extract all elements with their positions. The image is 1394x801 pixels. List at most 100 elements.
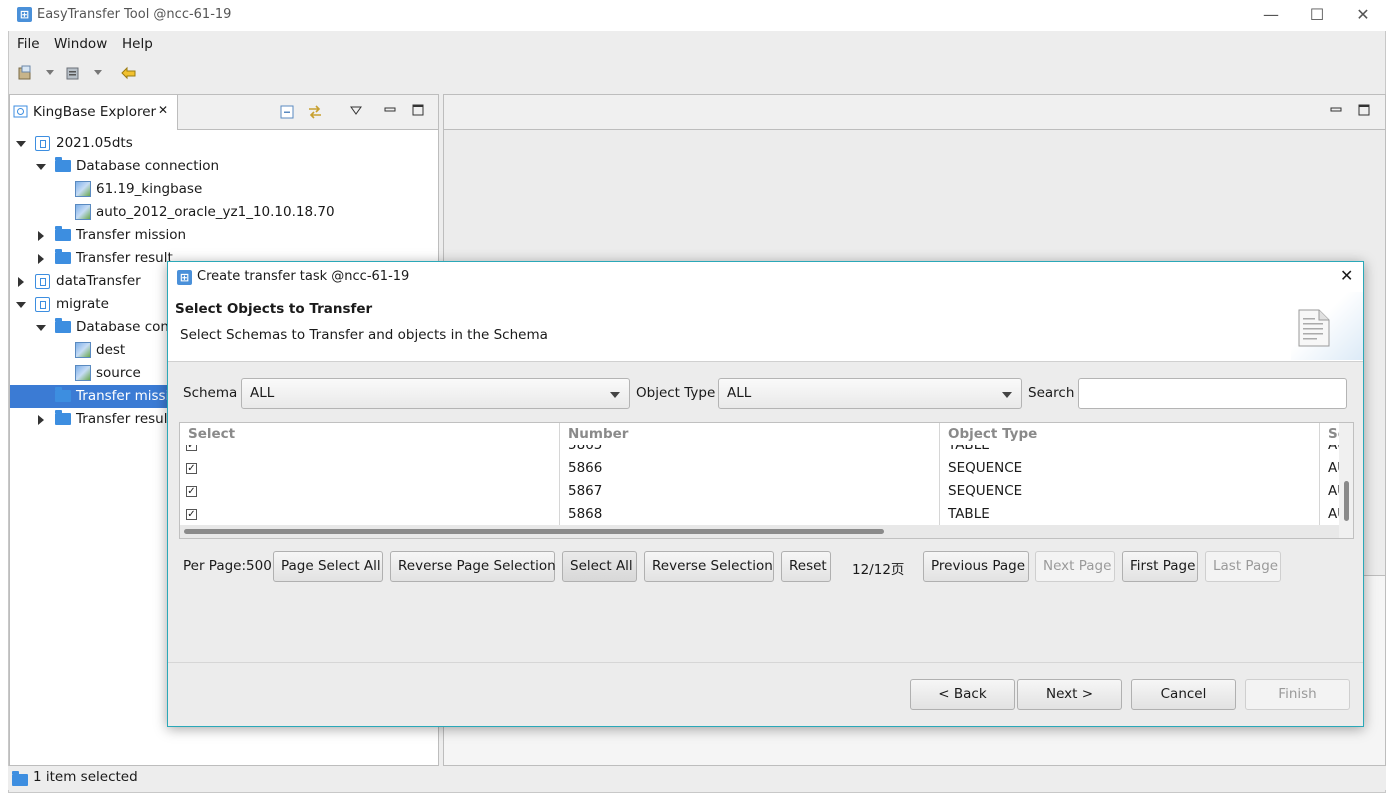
collapse-all-icon[interactable] — [280, 105, 294, 119]
minimize-editor-icon[interactable] — [1330, 104, 1342, 116]
first-page-button[interactable]: First Page — [1122, 551, 1198, 582]
new-task-icon[interactable] — [65, 65, 83, 81]
select-cell[interactable]: ✓ — [180, 503, 560, 526]
vertical-scroll-thumb[interactable] — [1344, 481, 1349, 521]
column-header-select[interactable]: Select — [180, 423, 560, 445]
cancel-button[interactable]: Cancel — [1131, 679, 1236, 710]
previous-page-button[interactable]: Previous Page — [923, 551, 1029, 582]
project-icon — [35, 297, 50, 312]
view-menu-icon[interactable] — [350, 106, 362, 115]
collapsed-arrow-icon[interactable] — [38, 415, 44, 425]
toolbar — [8, 58, 1386, 88]
tree-item-database-connection[interactable]: Database connection — [10, 155, 438, 178]
explorer-tab-bar: KingBase Explorer ✕ — [10, 95, 438, 130]
explorer-tab-label: KingBase Explorer — [33, 104, 157, 120]
select-cell[interactable]: ✓ — [180, 480, 560, 503]
tree-item-transfer-mission[interactable]: Transfer mission — [10, 224, 438, 247]
close-tab-icon[interactable]: ✕ — [158, 103, 168, 117]
tree-item-label: dataTransfer — [56, 273, 141, 289]
reset-button[interactable]: Reset — [781, 551, 831, 582]
project-icon — [35, 136, 50, 151]
collapsed-arrow-icon[interactable] — [18, 277, 24, 287]
maximize-button[interactable]: ☐ — [1302, 4, 1332, 26]
object-type-select[interactable]: ALL — [718, 378, 1022, 409]
vertical-scrollbar[interactable] — [1339, 423, 1353, 538]
object-type-cell: TABLE — [940, 503, 1320, 526]
app-logo-icon: ⊞ — [17, 7, 32, 22]
schema-select[interactable]: ALL — [241, 378, 630, 409]
column-header-object-type[interactable]: Object Type — [940, 423, 1320, 445]
select-cell[interactable]: ✓ — [180, 457, 560, 480]
tree-item-label: migrate — [56, 296, 109, 312]
row-checkbox[interactable]: ✓ — [186, 463, 197, 474]
row-checkbox[interactable]: ✓ — [186, 509, 197, 520]
new-task-dropdown-icon[interactable] — [94, 70, 102, 75]
reverse-page-selection-button[interactable]: Reverse Page Selection — [390, 551, 556, 582]
title-bar: ⊞ EasyTransfer Tool @ncc-61-19 — ☐ ✕ — [8, 0, 1386, 31]
page-indicator: 12/12页 — [852, 562, 905, 578]
page-select-all-button[interactable]: Page Select All — [273, 551, 383, 582]
expanded-arrow-icon[interactable] — [16, 141, 26, 147]
objects-table: ✓ 5865 TABLE AU ✓ 5866 SEQUENCE AU ✓ 586… — [179, 422, 1354, 539]
tree-item-label: Transfer result — [76, 250, 173, 266]
footer-divider — [168, 662, 1363, 663]
tree-item-label: 61.19_kingbase — [96, 181, 203, 197]
dialog-title-bar: ⊞ Create transfer task @ncc-61-19 ✕ — [168, 262, 1363, 292]
number-cell: 5868 — [560, 503, 940, 526]
folder-icon — [55, 226, 71, 241]
close-window-button[interactable]: ✕ — [1348, 4, 1378, 26]
table-row[interactable]: ✓ 5868 TABLE AU — [180, 503, 1347, 526]
maximize-editor-icon[interactable] — [1358, 104, 1370, 116]
expanded-arrow-icon[interactable] — [16, 302, 26, 308]
new-project-dropdown-icon[interactable] — [46, 70, 54, 75]
dialog-description: Select Schemas to Transfer and objects i… — [180, 327, 548, 343]
expanded-arrow-icon[interactable] — [36, 325, 46, 331]
menu-window[interactable]: Window — [54, 36, 107, 52]
menu-file[interactable]: File — [17, 36, 40, 52]
menu-help[interactable]: Help — [122, 36, 153, 52]
row-checkbox[interactable]: ✓ — [186, 486, 197, 497]
database-icon — [75, 181, 91, 197]
object-type-select-value: ALL — [727, 385, 752, 401]
back-arrow-icon[interactable] — [120, 65, 138, 81]
object-type-label: Object Type — [636, 385, 716, 401]
search-label: Search — [1028, 385, 1075, 401]
tree-item-auto-2012-oracle[interactable]: auto_2012_oracle_yz1_10.10.18.70 — [10, 201, 438, 224]
menu-bar: File Window Help — [8, 31, 1386, 56]
link-editor-icon[interactable] — [307, 104, 323, 120]
expanded-arrow-icon[interactable] — [36, 164, 46, 170]
back-button[interactable]: < Back — [910, 679, 1015, 710]
reverse-selection-button[interactable]: Reverse Selection — [644, 551, 774, 582]
tree-item-label: dest — [96, 342, 126, 358]
column-header-number[interactable]: Number — [560, 423, 940, 445]
number-cell: 5866 — [560, 457, 940, 480]
dialog-close-icon[interactable]: ✕ — [1340, 266, 1353, 285]
minimize-button[interactable]: — — [1256, 4, 1286, 26]
collapsed-arrow-icon[interactable] — [38, 231, 44, 241]
dialog-header: Select Objects to Transfer Select Schema… — [168, 292, 1363, 362]
project-icon — [35, 274, 50, 289]
collapsed-arrow-icon[interactable] — [38, 254, 44, 264]
table-row[interactable]: ✓ 5866 SEQUENCE AU — [180, 457, 1347, 480]
next-button[interactable]: Next > — [1017, 679, 1122, 710]
search-input[interactable] — [1078, 378, 1347, 409]
maximize-view-icon[interactable] — [412, 104, 424, 116]
minimize-view-icon[interactable] — [384, 104, 396, 116]
finish-button[interactable]: Finish — [1245, 679, 1350, 710]
explorer-tab[interactable]: KingBase Explorer ✕ — [10, 95, 178, 130]
last-page-button[interactable]: Last Page — [1205, 551, 1281, 582]
select-all-button[interactable]: Select All — [562, 551, 637, 582]
tree-item-61-19-kingbase[interactable]: 61.19_kingbase — [10, 178, 438, 201]
next-page-button[interactable]: Next Page — [1035, 551, 1115, 582]
table-row[interactable]: ✓ 5867 SEQUENCE AU — [180, 480, 1347, 503]
folder-icon — [55, 157, 71, 172]
tree-item-2021-05dts[interactable]: 2021.05dts — [10, 132, 438, 155]
new-project-icon[interactable] — [17, 65, 35, 81]
tree-item-label: Transfer result — [76, 411, 173, 427]
tree-item-label: Transfer missi — [76, 388, 170, 404]
horizontal-scroll-thumb[interactable] — [184, 529, 884, 534]
horizontal-scrollbar[interactable] — [180, 525, 1340, 538]
editor-header — [444, 95, 1385, 130]
folder-icon — [55, 387, 71, 402]
schema-label: Schema — [183, 385, 238, 401]
